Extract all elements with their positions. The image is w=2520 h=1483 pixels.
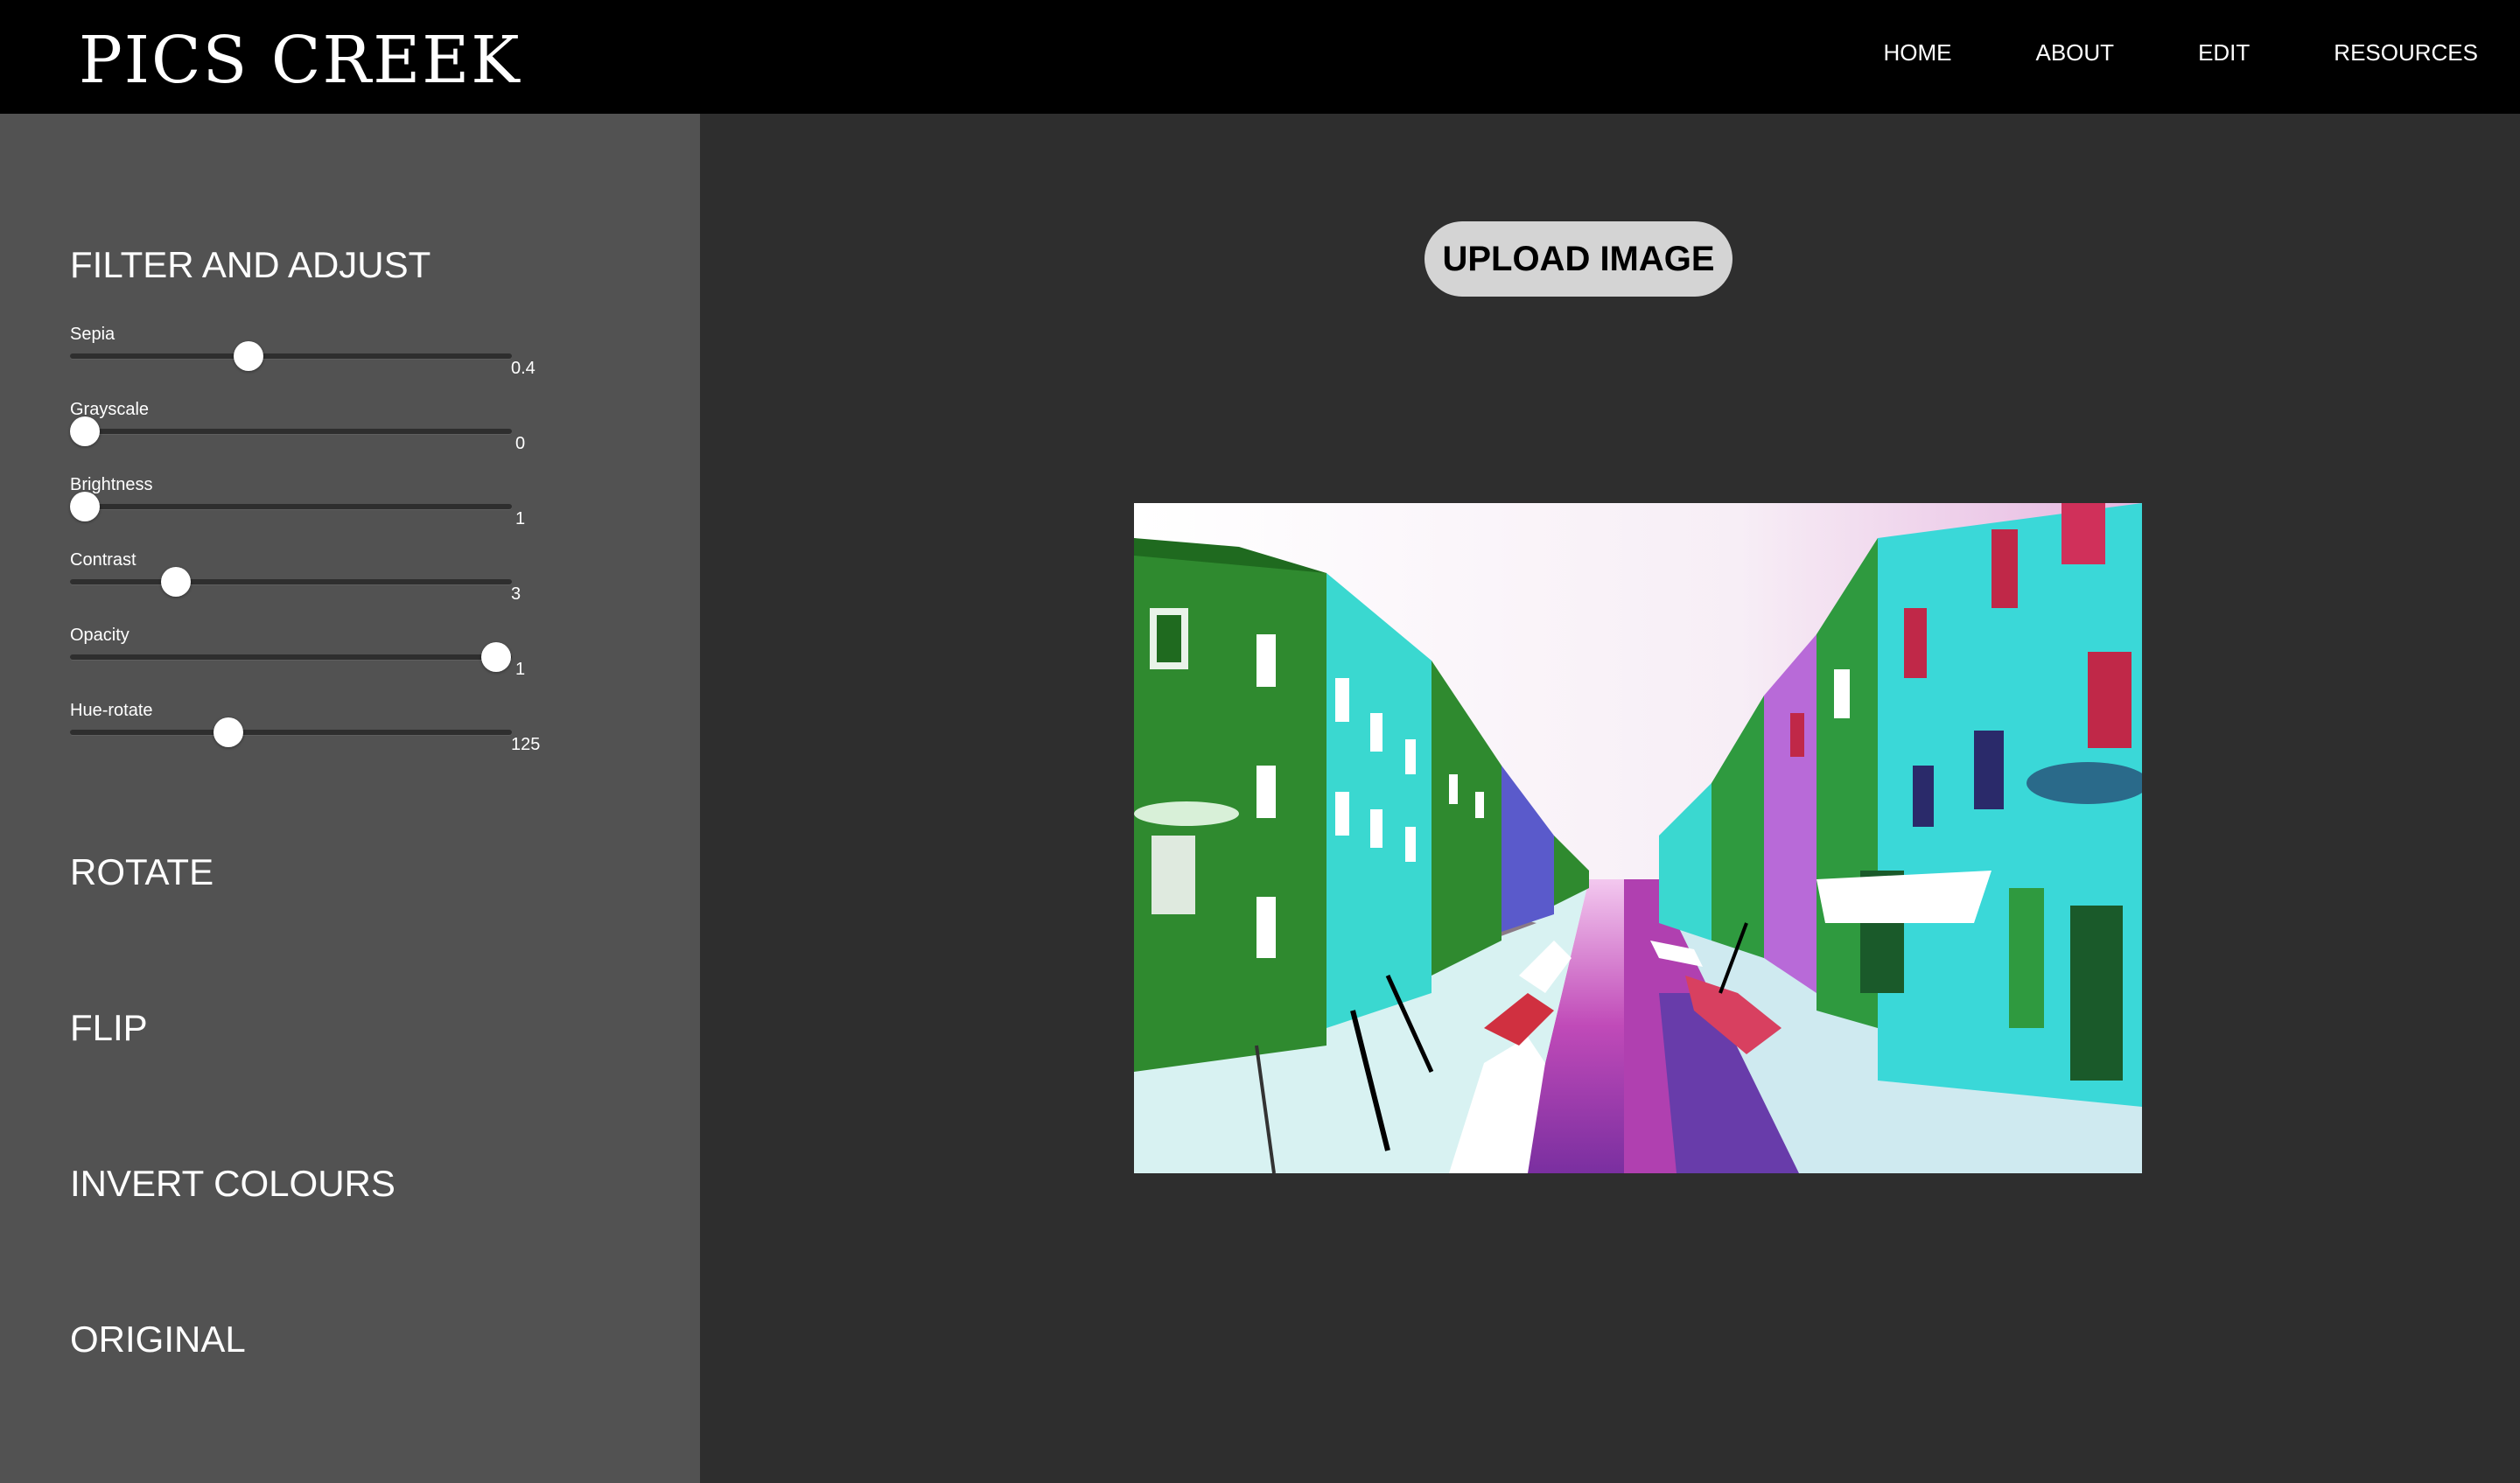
sepia-slider-thumb[interactable] (234, 341, 263, 371)
filter-adjust-heading: FILTER AND ADJUST (70, 244, 431, 285)
editor-sidebar: FILTER AND ADJUST Sepia 0.4 Grayscale 0 … (0, 114, 700, 1483)
contrast-label: Contrast (70, 550, 136, 570)
hue-rotate-value: 125 (511, 735, 541, 754)
opacity-slider-track[interactable] (70, 654, 512, 660)
contrast-slider-thumb[interactable] (161, 567, 191, 597)
grayscale-value: 0 (515, 434, 526, 453)
brightness-value: 1 (515, 509, 526, 528)
sepia-slider-track[interactable] (70, 353, 512, 359)
grayscale-slider-thumb[interactable] (70, 416, 100, 446)
invert-colours-button[interactable]: INVERT COLOURS (70, 1162, 396, 1206)
contrast-value: 3 (511, 584, 522, 604)
hue-rotate-slider-track[interactable] (70, 730, 512, 735)
site-logo[interactable]: PICS CREEK (79, 21, 522, 100)
upload-image-button[interactable]: UPLOAD IMAGE (1424, 221, 1732, 297)
opacity-value: 1 (515, 660, 526, 679)
top-navbar: PICS CREEK HOME ABOUT EDIT RESOURCES (0, 0, 2520, 114)
sepia-label: Sepia (70, 325, 116, 344)
hue-rotate-slider-thumb[interactable] (214, 717, 243, 747)
original-button[interactable]: ORIGINAL (70, 1318, 246, 1361)
hue-rotate-label: Hue-rotate (70, 701, 153, 720)
nav-about-link[interactable]: ABOUT (2035, 38, 2114, 66)
grayscale-slider-track[interactable] (70, 429, 512, 434)
main-nav: HOME ABOUT EDIT RESOURCES (1883, 38, 2478, 66)
nav-home-link[interactable]: HOME (1883, 38, 1951, 66)
flip-button[interactable]: FLIP (70, 1006, 148, 1050)
opacity-label: Opacity (70, 626, 130, 645)
sepia-value: 0.4 (511, 359, 536, 378)
brightness-slider-thumb[interactable] (70, 492, 100, 521)
nav-edit-link[interactable]: EDIT (2198, 38, 2250, 66)
brightness-slider-track[interactable] (70, 504, 512, 509)
contrast-slider-track[interactable] (70, 579, 512, 584)
edited-image-preview (1134, 503, 2142, 1173)
opacity-slider-thumb[interactable] (481, 642, 511, 672)
rotate-button[interactable]: ROTATE (70, 850, 214, 894)
nav-resources-link[interactable]: RESOURCES (2334, 38, 2478, 66)
canal-photo-image (1134, 503, 2142, 1173)
